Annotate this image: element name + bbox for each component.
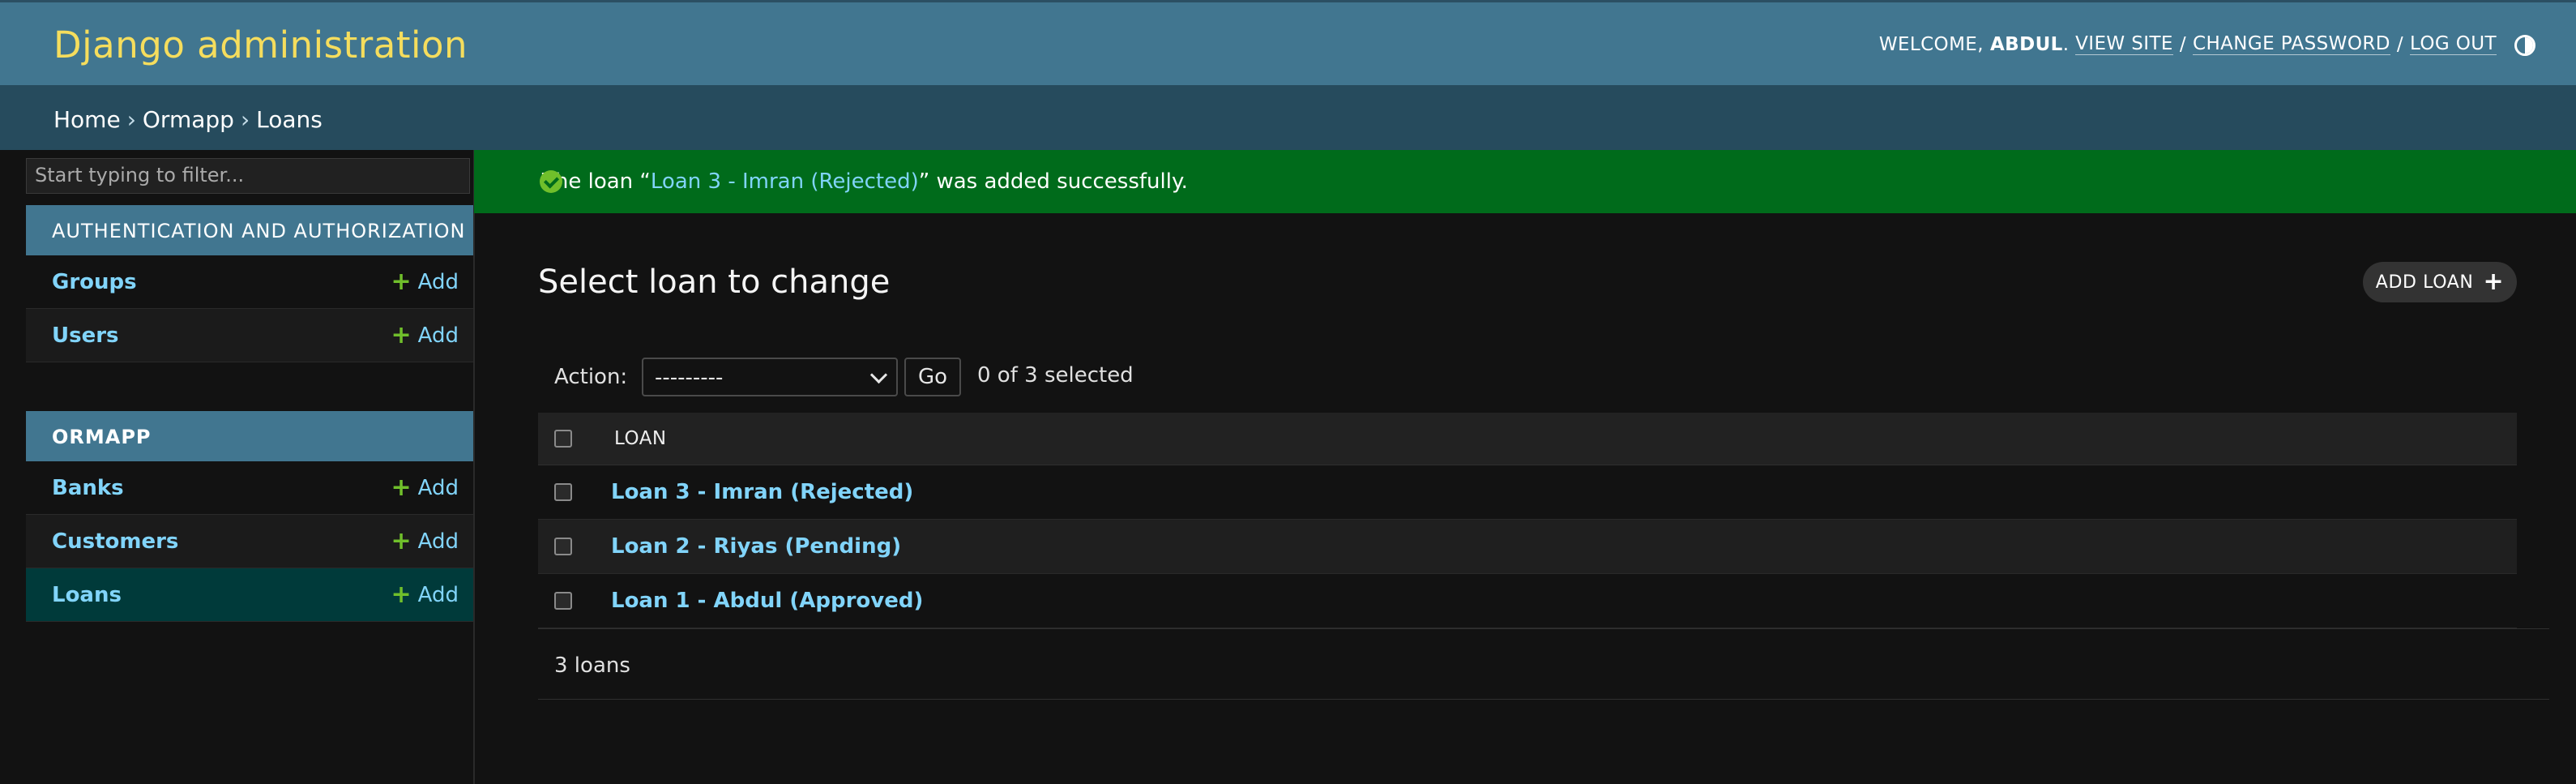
add-loan-button[interactable]: ADD LOAN + (2363, 262, 2517, 302)
plus-icon: + (391, 473, 412, 502)
add-customers-button[interactable]: + Add (391, 529, 459, 554)
added-loan-link[interactable]: Loan 3 - Imran (Rejected) (651, 169, 919, 194)
success-message: The loan “Loan 3 - Imran (Rejected)” was… (474, 150, 2576, 213)
add-loans-button[interactable]: + Add (391, 580, 459, 609)
nav-filter-input[interactable]: Start typing to filter... (26, 158, 470, 194)
column-header-loan[interactable]: LOAN (614, 428, 667, 449)
username: ABDUL (1989, 33, 2063, 55)
table-row: Loan 1 - Abdul (Approved) (538, 574, 2517, 628)
plus-icon: + (391, 267, 412, 296)
breadcrumb-loans: Loans (256, 106, 323, 133)
loan-link[interactable]: Loan 1 - Abdul (Approved) (611, 589, 923, 613)
view-site-link[interactable]: VIEW SITE (2075, 33, 2173, 55)
site-header: Django administration WELCOME, ABDUL. VI… (0, 0, 2576, 85)
table-row: Loan 3 - Imran (Rejected) (538, 465, 2517, 520)
welcome-text: WELCOME, (1878, 33, 1984, 55)
paginator: 3 loans (538, 628, 2549, 700)
module-caption-auth[interactable]: AUTHENTICATION AND AUTHORIZATION (26, 205, 473, 255)
row-checkbox[interactable] (554, 483, 572, 501)
page-title: Select loan to change (538, 263, 891, 301)
action-select[interactable]: --------- (642, 358, 898, 396)
breadcrumb-home[interactable]: Home (53, 106, 121, 133)
sidebar-item-banks: Banks + Add (26, 461, 473, 515)
breadcrumb: Home › Ormapp › Loans (0, 85, 2576, 150)
module-ormapp: ORMAPP Banks + Add Customers + Add Loans +… (26, 411, 473, 622)
groups-link[interactable]: Groups (52, 270, 137, 294)
loans-link[interactable]: Loans (52, 583, 122, 607)
sidebar-item-loans: Loans + Add (26, 568, 473, 622)
add-groups-button[interactable]: + Add (391, 267, 459, 296)
select-all-checkbox[interactable] (554, 430, 572, 448)
logout-link[interactable]: LOG OUT (2409, 33, 2497, 55)
module-caption-ormapp[interactable]: ORMAPP (26, 411, 473, 461)
sidebar-item-users: Users + Add (26, 309, 473, 362)
site-branding[interactable]: Django administration (53, 24, 468, 66)
sidebar-item-groups: Groups + Add (26, 255, 473, 309)
row-checkbox[interactable] (554, 592, 572, 610)
sidebar-item-customers: Customers + Add (26, 515, 473, 568)
add-users-button[interactable]: + Add (391, 323, 459, 348)
results-table: LOAN Loan 3 - Imran (Rejected) Loan 2 - … (538, 413, 2517, 628)
customers-link[interactable]: Customers (52, 529, 178, 554)
add-banks-button[interactable]: + Add (391, 473, 459, 502)
selection-counter: 0 of 3 selected (977, 363, 1134, 388)
plus-icon: + (391, 526, 412, 555)
chevron-down-icon (869, 366, 888, 384)
change-password-link[interactable]: CHANGE PASSWORD (2192, 33, 2390, 55)
nav-sidebar: Start typing to filter... AUTHENTICATION… (0, 150, 475, 784)
banks-link[interactable]: Banks (52, 476, 124, 500)
loan-link[interactable]: Loan 3 - Imran (Rejected) (611, 480, 913, 504)
plus-icon: + (2483, 268, 2505, 296)
plus-icon: + (391, 580, 412, 609)
user-tools: WELCOME, ABDUL. VIEW SITE / CHANGE PASSW… (1878, 33, 2497, 55)
users-link[interactable]: Users (52, 323, 119, 348)
breadcrumb-ormapp[interactable]: Ormapp (143, 106, 234, 133)
table-row: Loan 2 - Riyas (Pending) (538, 520, 2517, 574)
module-auth: AUTHENTICATION AND AUTHORIZATION Groups … (26, 205, 473, 362)
row-checkbox[interactable] (554, 538, 572, 555)
success-check-icon (540, 170, 562, 193)
go-button[interactable]: Go (904, 358, 961, 396)
loan-link[interactable]: Loan 2 - Riyas (Pending) (611, 534, 901, 559)
table-header: LOAN (538, 413, 2517, 465)
action-label: Action: (554, 365, 628, 389)
theme-toggle-icon[interactable] (2514, 35, 2535, 56)
plus-icon: + (391, 320, 412, 349)
